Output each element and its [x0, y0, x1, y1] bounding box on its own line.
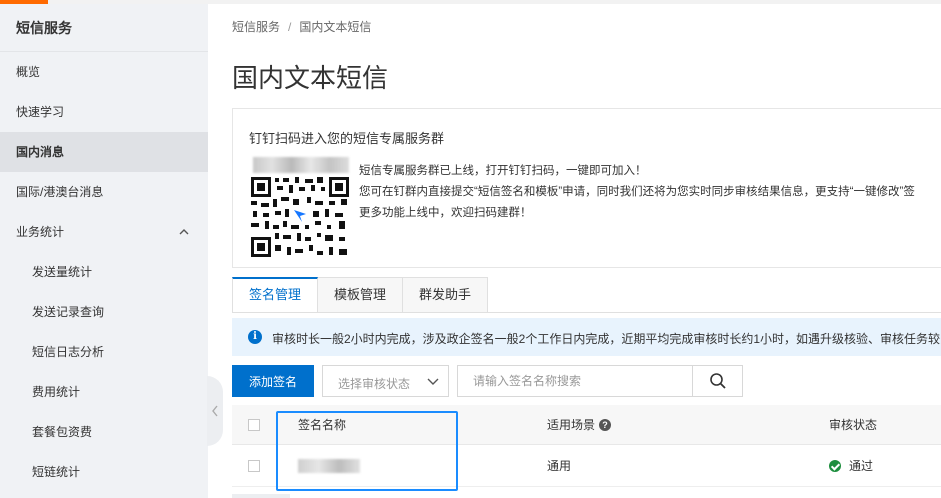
signature-table: 签名名称 适用场景? 审核状态 通用 通过 [232, 405, 941, 487]
sidebar-item-domestic[interactable]: 国内消息 [0, 132, 208, 172]
status-badge: 通过 [849, 459, 874, 473]
sidebar-item-label: 业务统计 [16, 225, 65, 239]
breadcrumb-separator: / [288, 20, 292, 34]
table-row: 通用 通过 [232, 445, 941, 487]
sidebar-item-business-stats[interactable]: 业务统计 [0, 212, 208, 252]
blurred-group-name [253, 157, 349, 173]
row-checkbox[interactable] [248, 459, 260, 472]
signature-search-input[interactable] [457, 365, 693, 397]
signature-name-cell [298, 445, 360, 486]
breadcrumb-current: 国内文本短信 [299, 20, 372, 34]
sidebar-item-quick-start[interactable]: 快速学习 [0, 92, 208, 132]
tab-divider [232, 312, 941, 313]
qr-code-icon [249, 175, 351, 259]
tab-template-management[interactable]: 模板管理 [318, 277, 404, 313]
select-all-checkbox[interactable] [248, 418, 260, 431]
info-icon: i [248, 330, 262, 344]
notice-text: 审核时长一般2小时内完成，涉及政企签名一般2个工作日内完成，近期平均完成审核时长… [272, 332, 941, 346]
qr-card-line: 您可在钉群内直接提交“短信签名和模板”申请，同时我们还将为您实时同步审核结果信息… [359, 186, 915, 198]
sidebar-item-send-records[interactable]: 发送记录查询 [0, 292, 208, 332]
breadcrumb-root[interactable]: 短信服务 [232, 20, 280, 34]
search-icon [709, 373, 726, 389]
sidebar-item-send-volume[interactable]: 发送量统计 [0, 252, 208, 292]
review-status-select[interactable]: 选择审核状态 [322, 365, 449, 397]
tab-bulk-send-assistant[interactable]: 群发助手 [403, 277, 489, 313]
qr-card-title: 钉钉扫码进入您的短信专属服务群 [249, 131, 445, 146]
header-checkbox-cell [248, 405, 260, 444]
column-header-name: 签名名称 [298, 418, 347, 432]
main-content: 短信服务 / 国内文本短信 国内文本短信 钉钉扫码进入您的短信专属服务群 短信专… [232, 4, 941, 498]
toolbar: 添加签名 选择审核状态 [232, 365, 941, 397]
dingtalk-qr-card: 钉钉扫码进入您的短信专属服务群 短信专属服务群已上线，打开钉钉扫码，一键即可加入… [232, 108, 941, 268]
sidebar-title: 短信服务 [0, 4, 208, 52]
table-header: 签名名称 适用场景? 审核状态 [232, 405, 941, 445]
row-checkbox-cell [248, 445, 260, 486]
sidebar-item-shortlink-stats[interactable]: 短链统计 [0, 452, 208, 492]
status-cell: 通过 [829, 445, 873, 486]
sidebar-item-international[interactable]: 国际/港澳台消息 [0, 172, 208, 212]
breadcrumb: 短信服务 / 国内文本短信 [232, 18, 371, 35]
page-title: 国内文本短信 [232, 63, 389, 93]
qr-card-line: 短信专属服务群已上线，打开钉钉扫码，一键即可加入！ [359, 165, 647, 177]
column-header-scene-label: 适用场景 [547, 418, 596, 432]
sidebar-collapse-handle[interactable] [207, 376, 223, 446]
sidebar-item-log-analysis[interactable]: 短信日志分析 [0, 332, 208, 372]
help-icon[interactable]: ? [599, 418, 612, 431]
search-button[interactable] [692, 365, 743, 397]
sidebar-item-package-pricing[interactable]: 套餐包资费 [0, 412, 208, 452]
review-notice: i 审核时长一般2小时内完成，涉及政企签名一般2个工作日内完成，近期平均完成审核… [232, 318, 941, 356]
chevron-down-icon [427, 378, 439, 385]
qr-card-description: 短信专属服务群已上线，打开钉钉扫码，一键即可加入！ 您可在钉群内直接提交“短信签… [359, 161, 915, 224]
tab-signature-management[interactable]: 签名管理 [232, 277, 319, 313]
scene-cell: 通用 [547, 459, 572, 473]
check-circle-icon [829, 459, 841, 472]
add-signature-button[interactable]: 添加签名 [232, 365, 314, 397]
pagination-stub [232, 494, 290, 498]
chevron-left-icon [212, 405, 218, 417]
sidebar: 短信服务 概览 快速学习 国内消息 国际/港澳台消息 业务统计 发送量统计 发送… [0, 4, 208, 498]
blurred-signature-name [298, 458, 360, 473]
column-header-scene: 适用场景? [547, 405, 612, 444]
sidebar-item-overview[interactable]: 概览 [0, 52, 208, 92]
column-header-status: 审核状态 [829, 418, 878, 432]
tab-bar: 签名管理 模板管理 群发助手 [232, 277, 489, 313]
review-status-value: 选择审核状态 [338, 377, 411, 391]
qr-card-line: 更多功能上线中，欢迎扫码建群！ [359, 207, 532, 219]
chevron-up-icon [176, 212, 192, 252]
sidebar-item-cost-stats[interactable]: 费用统计 [0, 372, 208, 412]
